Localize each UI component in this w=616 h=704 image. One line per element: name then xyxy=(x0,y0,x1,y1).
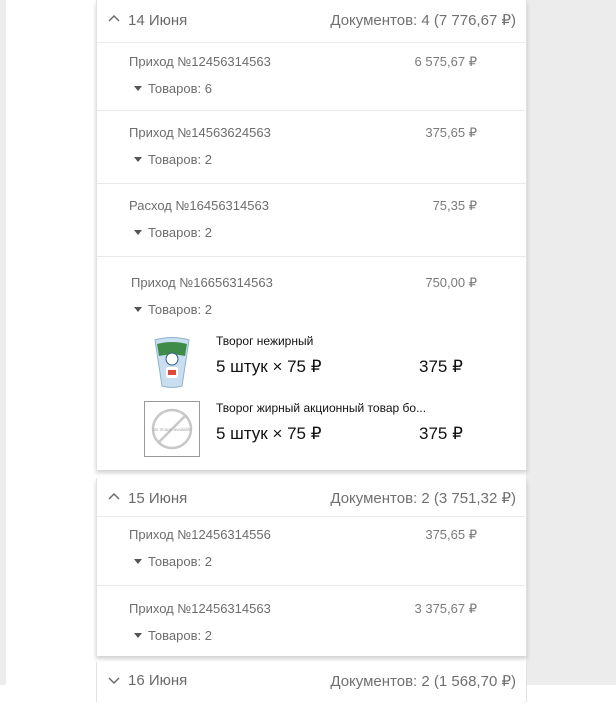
date-group-header[interactable]: 15 Июня Документов: 2 (3 751,32 ₽) xyxy=(97,478,526,517)
caret-down-icon xyxy=(134,157,142,162)
document-amount: 750,00 ₽ xyxy=(425,275,477,290)
goods-toggle[interactable]: Товаров: 6 xyxy=(134,81,212,96)
date-group: 16 Июня Документов: 2 (1 568,70 ₽) xyxy=(96,662,527,702)
goods-count: Товаров: 6 xyxy=(148,81,212,96)
group-summary: Документов: 2 (1 568,70 ₽) xyxy=(330,673,516,690)
document-amount: 375,65 ₽ xyxy=(425,125,477,140)
caret-down-icon xyxy=(134,230,142,235)
goods-count: Товаров: 2 xyxy=(148,152,212,167)
item-quantity-price: 5 штук × 75 ₽ xyxy=(216,357,322,376)
item-name: Творог нежирный xyxy=(216,334,314,348)
group-summary: Документов: 2 (3 751,32 ₽) xyxy=(330,490,516,507)
document-row[interactable]: Приход №14563624563 375,65 ₽ Товаров: 2 xyxy=(97,111,526,184)
date-group: 15 Июня Документов: 2 (3 751,32 ₽) Прихо… xyxy=(96,478,527,656)
goods-count: Товаров: 2 xyxy=(148,554,212,569)
date-group-header[interactable]: 14 Июня Документов: 4 (7 776,67 ₽) xyxy=(97,0,526,43)
goods-toggle[interactable]: Товаров: 2 xyxy=(134,152,212,167)
document-title: Приход №16656314563 xyxy=(131,275,273,290)
document-amount: 3 375,67 ₽ xyxy=(414,601,478,616)
document-amount: 375,65 ₽ xyxy=(425,527,477,542)
goods-toggle[interactable]: Товаров: 2 xyxy=(134,554,212,569)
item-name: Творог жирный акционный товар бо... xyxy=(216,401,427,415)
caret-down-icon xyxy=(134,307,142,312)
no-image-text: No Image available xyxy=(152,427,192,432)
product-image xyxy=(154,337,190,388)
date-group-header[interactable]: 16 Июня Документов: 2 (1 568,70 ₽) xyxy=(97,662,526,704)
document-title: Расход №16456314563 xyxy=(129,198,269,213)
page-background-right xyxy=(526,0,616,685)
document-title: Приход №12456314563 xyxy=(129,601,271,616)
document-title: Приход №12456314563 xyxy=(129,54,271,69)
item-total: 375 ₽ xyxy=(419,357,463,376)
group-date: 14 Июня xyxy=(128,12,188,29)
goods-toggle[interactable]: Товаров: 2 xyxy=(134,628,212,643)
document-title: Приход №12456314556 xyxy=(129,527,271,542)
goods-toggle[interactable]: Товаров: 2 xyxy=(134,225,212,240)
group-date: 15 Июня xyxy=(128,490,188,507)
goods-item[interactable]: No Image available Творог жирный акционн… xyxy=(144,401,504,463)
document-row[interactable]: Приход №12456314563 6 575,67 ₽ Товаров: … xyxy=(97,43,526,111)
item-total: 375 ₽ xyxy=(419,424,463,443)
caret-down-icon xyxy=(134,559,142,564)
item-quantity-price: 5 штук × 75 ₽ xyxy=(216,424,322,443)
document-amount: 6 575,67 ₽ xyxy=(414,54,478,69)
goods-toggle[interactable]: Товаров: 2 xyxy=(134,302,212,317)
document-row-expanded[interactable]: Приход №16656314563 750,00 ₽ Товаров: 2 … xyxy=(97,257,526,471)
document-title: Приход №14563624563 xyxy=(129,125,271,140)
caret-down-icon xyxy=(134,633,142,638)
group-summary: Документов: 4 (7 776,67 ₽) xyxy=(330,12,516,29)
document-row[interactable]: Приход №12456314563 3 375,67 ₽ Товаров: … xyxy=(97,586,526,657)
caret-down-icon xyxy=(134,86,142,91)
document-row[interactable]: Расход №16456314563 75,35 ₽ Товаров: 2 xyxy=(97,184,526,257)
chevron-up-icon[interactable] xyxy=(107,490,121,504)
no-image-placeholder-icon: No Image available xyxy=(144,401,200,457)
date-group: 14 Июня Документов: 4 (7 776,67 ₽) Прихо… xyxy=(96,0,527,470)
page-background-left xyxy=(0,0,6,685)
goods-count: Товаров: 2 xyxy=(148,302,212,317)
goods-count: Товаров: 2 xyxy=(148,225,212,240)
document-amount: 75,35 ₽ xyxy=(432,198,477,213)
chevron-up-icon[interactable] xyxy=(107,12,121,26)
goods-count: Товаров: 2 xyxy=(148,628,212,643)
document-row[interactable]: Приход №12456314556 375,65 ₽ Товаров: 2 xyxy=(97,517,526,586)
goods-item[interactable]: Творог нежирный 5 штук × 75 ₽ 375 ₽ xyxy=(144,334,504,396)
group-date: 16 Июня xyxy=(128,672,188,689)
